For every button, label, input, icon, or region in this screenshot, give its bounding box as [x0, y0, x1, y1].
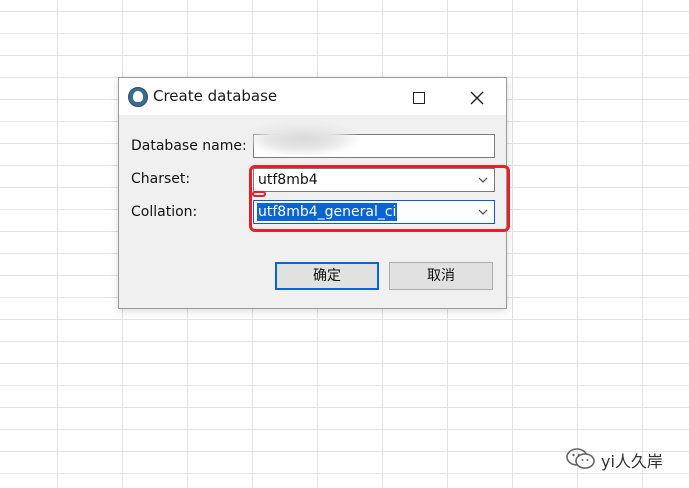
wechat-icon — [566, 448, 595, 469]
maximize-button[interactable] — [396, 78, 442, 115]
watermark-text: yi人久岸 — [601, 452, 663, 471]
title-bar: Create database — [119, 78, 506, 115]
close-icon — [470, 91, 484, 104]
redacted-name-blur — [247, 123, 357, 155]
ok-button[interactable]: 确定 — [275, 262, 379, 290]
annotation-highlight-mark — [252, 191, 266, 197]
cancel-button[interactable]: 取消 — [389, 262, 493, 290]
database-name-label: Database name: — [131, 138, 247, 154]
create-database-dialog: Create database Database name: Charset: … — [118, 77, 510, 309]
app-icon — [128, 87, 148, 107]
annotation-highlight-box — [249, 165, 510, 232]
close-button[interactable] — [454, 78, 500, 115]
charset-label: Charset: — [131, 171, 191, 187]
maximize-icon — [413, 91, 425, 104]
dialog-title: Create database — [153, 87, 278, 105]
collation-label: Collation: — [131, 204, 198, 220]
